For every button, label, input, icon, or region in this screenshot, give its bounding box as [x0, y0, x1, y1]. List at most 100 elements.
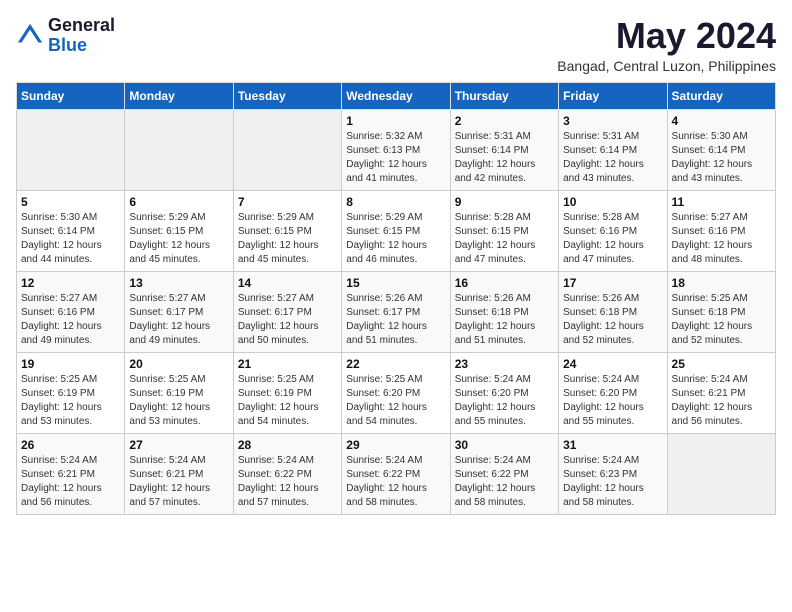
day-info: Sunrise: 5:25 AMSunset: 6:20 PMDaylight:… [346, 373, 445, 429]
day-number: 26 [21, 438, 120, 452]
location: Bangad, Central Luzon, Philippines [557, 58, 776, 74]
day-info: Sunrise: 5:30 AMSunset: 6:14 PMDaylight:… [21, 211, 120, 267]
calendar-cell: 5 Sunrise: 5:30 AMSunset: 6:14 PMDaylight… [17, 190, 125, 271]
day-number: 6 [129, 195, 228, 209]
day-info: Sunrise: 5:24 AMSunset: 6:21 PMDaylight:… [129, 454, 228, 510]
day-number: 4 [672, 114, 771, 128]
day-info: Sunrise: 5:24 AMSunset: 6:22 PMDaylight:… [346, 454, 445, 510]
day-info: Sunrise: 5:26 AMSunset: 6:18 PMDaylight:… [563, 292, 662, 348]
calendar-week-row: 12Sunrise: 5:27 AMSunset: 6:16 PMDayligh… [17, 271, 776, 352]
calendar-week-row: 1 Sunrise: 5:32 AMSunset: 6:13 PMDaylight… [17, 109, 776, 190]
calendar-cell: 31 Sunrise: 5:24 AMSunset: 6:23 PMDayligh… [559, 433, 667, 514]
calendar-cell: 20 Sunrise: 5:25 AMSunset: 6:19 PMDayligh… [125, 352, 233, 433]
calendar-cell: 11 Sunrise: 5:27 AMSunset: 6:16 PMDayligh… [667, 190, 775, 271]
calendar-cell: 19 Sunrise: 5:25 AMSunset: 6:19 PMDayligh… [17, 352, 125, 433]
day-number: 29 [346, 438, 445, 452]
day-info: Sunrise: 5:27 AMSunset: 6:17 PMDaylight:… [129, 292, 228, 348]
calendar-cell: 16 Sunrise: 5:26 AMSunset: 6:18 PMDayligh… [450, 271, 558, 352]
day-info: Sunrise: 5:29 AMSunset: 6:15 PMDaylight:… [346, 211, 445, 267]
day-number: 30 [455, 438, 554, 452]
day-number: 19 [21, 357, 120, 371]
calendar-cell: 25 Sunrise: 5:24 AMSunset: 6:21 PMDayligh… [667, 352, 775, 433]
calendar-cell: 1 Sunrise: 5:32 AMSunset: 6:13 PMDaylight… [342, 109, 450, 190]
day-info: Sunrise: 5:27 AMSunset: 6:16 PMDaylight:… [21, 292, 120, 348]
weekday-header: Thursday [450, 82, 558, 109]
weekday-header: Monday [125, 82, 233, 109]
day-number: 16 [455, 276, 554, 290]
calendar-cell [233, 109, 341, 190]
calendar-cell: 23Sunrise: 5:24 AMSunset: 6:20 PMDayligh… [450, 352, 558, 433]
weekday-header: Friday [559, 82, 667, 109]
calendar-cell: 18 Sunrise: 5:25 AMSunset: 6:18 PMDayligh… [667, 271, 775, 352]
day-number: 8 [346, 195, 445, 209]
calendar-cell: 28Sunrise: 5:24 AMSunset: 6:22 PMDayligh… [233, 433, 341, 514]
calendar-week-row: 26 Sunrise: 5:24 AMSunset: 6:21 PMDayligh… [17, 433, 776, 514]
day-info: Sunrise: 5:28 AMSunset: 6:15 PMDaylight:… [455, 211, 554, 267]
day-number: 15 [346, 276, 445, 290]
calendar-cell: 17 Sunrise: 5:26 AMSunset: 6:18 PMDayligh… [559, 271, 667, 352]
day-info: Sunrise: 5:25 AMSunset: 6:19 PMDaylight:… [129, 373, 228, 429]
calendar-cell: 24Sunrise: 5:24 AMSunset: 6:20 PMDayligh… [559, 352, 667, 433]
calendar-table: SundayMondayTuesdayWednesdayThursdayFrid… [16, 82, 776, 515]
day-info: Sunrise: 5:25 AMSunset: 6:18 PMDaylight:… [672, 292, 771, 348]
day-info: Sunrise: 5:24 AMSunset: 6:21 PMDaylight:… [21, 454, 120, 510]
day-info: Sunrise: 5:24 AMSunset: 6:22 PMDaylight:… [455, 454, 554, 510]
logo: General Blue [16, 16, 115, 56]
day-number: 17 [563, 276, 662, 290]
calendar-cell: 26 Sunrise: 5:24 AMSunset: 6:21 PMDayligh… [17, 433, 125, 514]
day-info: Sunrise: 5:24 AMSunset: 6:21 PMDaylight:… [672, 373, 771, 429]
calendar-cell: 10 Sunrise: 5:28 AMSunset: 6:16 PMDayligh… [559, 190, 667, 271]
day-number: 21 [238, 357, 337, 371]
day-info: Sunrise: 5:27 AMSunset: 6:16 PMDaylight:… [672, 211, 771, 267]
day-info: Sunrise: 5:27 AMSunset: 6:17 PMDaylight:… [238, 292, 337, 348]
day-number: 14 [238, 276, 337, 290]
calendar-cell: 9Sunrise: 5:28 AMSunset: 6:15 PMDaylight… [450, 190, 558, 271]
day-info: Sunrise: 5:28 AMSunset: 6:16 PMDaylight:… [563, 211, 662, 267]
day-number: 5 [21, 195, 120, 209]
day-info: Sunrise: 5:24 AMSunset: 6:23 PMDaylight:… [563, 454, 662, 510]
logo-blue: Blue [48, 35, 87, 55]
calendar-cell: 4 Sunrise: 5:30 AMSunset: 6:14 PMDaylight… [667, 109, 775, 190]
day-number: 22 [346, 357, 445, 371]
calendar-week-row: 5 Sunrise: 5:30 AMSunset: 6:14 PMDaylight… [17, 190, 776, 271]
day-info: Sunrise: 5:32 AMSunset: 6:13 PMDaylight:… [346, 130, 445, 186]
calendar-cell [17, 109, 125, 190]
calendar-cell: 6 Sunrise: 5:29 AMSunset: 6:15 PMDaylight… [125, 190, 233, 271]
weekday-header: Tuesday [233, 82, 341, 109]
day-number: 10 [563, 195, 662, 209]
day-info: Sunrise: 5:26 AMSunset: 6:17 PMDaylight:… [346, 292, 445, 348]
day-number: 24 [563, 357, 662, 371]
day-info: Sunrise: 5:30 AMSunset: 6:14 PMDaylight:… [672, 130, 771, 186]
day-info: Sunrise: 5:25 AMSunset: 6:19 PMDaylight:… [238, 373, 337, 429]
day-info: Sunrise: 5:26 AMSunset: 6:18 PMDaylight:… [455, 292, 554, 348]
day-info: Sunrise: 5:25 AMSunset: 6:19 PMDaylight:… [21, 373, 120, 429]
calendar-cell: 15 Sunrise: 5:26 AMSunset: 6:17 PMDayligh… [342, 271, 450, 352]
day-number: 2 [455, 114, 554, 128]
day-number: 31 [563, 438, 662, 452]
calendar-cell: 30 Sunrise: 5:24 AMSunset: 6:22 PMDayligh… [450, 433, 558, 514]
day-number: 13 [129, 276, 228, 290]
day-info: Sunrise: 5:29 AMSunset: 6:15 PMDaylight:… [129, 211, 228, 267]
day-number: 18 [672, 276, 771, 290]
day-number: 28 [238, 438, 337, 452]
title-block: May 2024 Bangad, Central Luzon, Philippi… [557, 16, 776, 74]
day-number: 3 [563, 114, 662, 128]
weekday-header: Wednesday [342, 82, 450, 109]
page-header: General Blue May 2024 Bangad, Central Lu… [16, 16, 776, 74]
calendar-cell: 7Sunrise: 5:29 AMSunset: 6:15 PMDaylight… [233, 190, 341, 271]
calendar-cell: 2Sunrise: 5:31 AMSunset: 6:14 PMDaylight… [450, 109, 558, 190]
month-title: May 2024 [557, 16, 776, 56]
calendar-week-row: 19 Sunrise: 5:25 AMSunset: 6:19 PMDayligh… [17, 352, 776, 433]
calendar-cell: 21 Sunrise: 5:25 AMSunset: 6:19 PMDayligh… [233, 352, 341, 433]
day-number: 20 [129, 357, 228, 371]
day-number: 7 [238, 195, 337, 209]
day-number: 1 [346, 114, 445, 128]
day-number: 11 [672, 195, 771, 209]
day-number: 25 [672, 357, 771, 371]
calendar-cell: 13 Sunrise: 5:27 AMSunset: 6:17 PMDayligh… [125, 271, 233, 352]
calendar-cell: 14 Sunrise: 5:27 AMSunset: 6:17 PMDayligh… [233, 271, 341, 352]
day-info: Sunrise: 5:24 AMSunset: 6:20 PMDaylight:… [455, 373, 554, 429]
calendar-cell: 3Sunrise: 5:31 AMSunset: 6:14 PMDaylight… [559, 109, 667, 190]
logo-icon [16, 22, 44, 50]
calendar-cell: 27Sunrise: 5:24 AMSunset: 6:21 PMDayligh… [125, 433, 233, 514]
